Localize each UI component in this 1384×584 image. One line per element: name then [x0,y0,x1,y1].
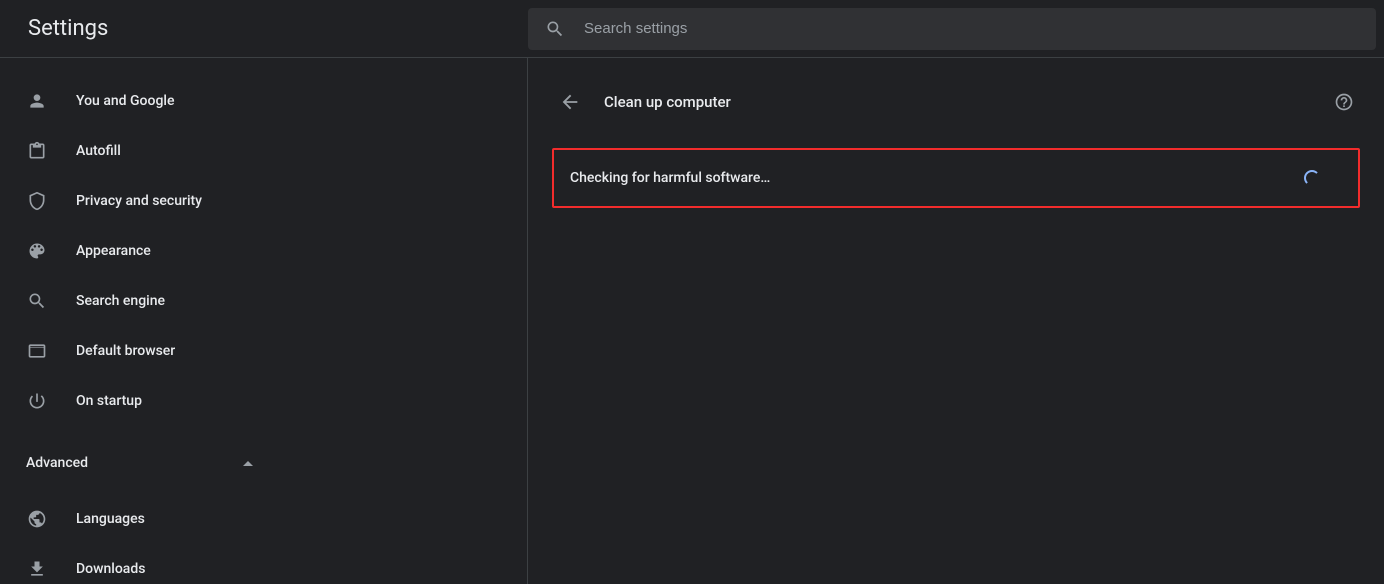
sidebar-item-on-startup[interactable]: On startup [0,376,527,426]
sidebar: You and Google Autofill Privacy and secu… [0,58,528,584]
sidebar-item-label: Languages [76,511,145,527]
sidebar-item-privacy-and-security[interactable]: Privacy and security [0,176,527,226]
main-content: Clean up computer Checking for harmful s… [528,58,1384,584]
sidebar-item-search-engine[interactable]: Search engine [0,276,527,326]
globe-icon [26,508,48,530]
search-box[interactable] [528,8,1376,50]
sidebar-item-label: Privacy and security [76,193,202,209]
chevron-up-icon [243,461,253,466]
shield-icon [26,190,48,212]
page-header: Clean up computer [552,82,1360,122]
sidebar-item-label: On startup [76,393,142,409]
sidebar-section-advanced[interactable]: Advanced [0,438,527,488]
search-icon [26,290,48,312]
search-icon [544,18,566,40]
search-container [528,8,1384,50]
sidebar-item-label: Autofill [76,143,121,159]
back-button[interactable] [558,90,582,114]
browser-icon [26,340,48,362]
person-icon [26,90,48,112]
sidebar-item-downloads[interactable]: Downloads [0,544,527,584]
status-text: Checking for harmful software… [570,170,770,186]
sidebar-item-autofill[interactable]: Autofill [0,126,527,176]
app-title: Settings [0,16,528,41]
clipboard-icon [26,140,48,162]
sidebar-item-you-and-google[interactable]: You and Google [0,76,527,126]
sidebar-item-label: Search engine [76,293,165,309]
palette-icon [26,240,48,262]
sidebar-item-appearance[interactable]: Appearance [0,226,527,276]
page-title: Clean up computer [604,93,1310,111]
layout: You and Google Autofill Privacy and secu… [0,58,1384,584]
power-icon [26,390,48,412]
status-card: Checking for harmful software… [552,148,1360,208]
loading-spinner-icon [1304,170,1320,186]
help-button[interactable] [1332,90,1356,114]
sidebar-item-languages[interactable]: Languages [0,494,527,544]
sidebar-item-label: Appearance [76,243,151,259]
download-icon [26,558,48,580]
sidebar-item-label: You and Google [76,93,174,109]
sidebar-item-label: Downloads [76,561,145,577]
app-header: Settings [0,0,1384,58]
sidebar-section-label: Advanced [26,455,88,471]
sidebar-item-default-browser[interactable]: Default browser [0,326,527,376]
sidebar-item-label: Default browser [76,343,175,359]
search-input[interactable] [584,20,1360,37]
